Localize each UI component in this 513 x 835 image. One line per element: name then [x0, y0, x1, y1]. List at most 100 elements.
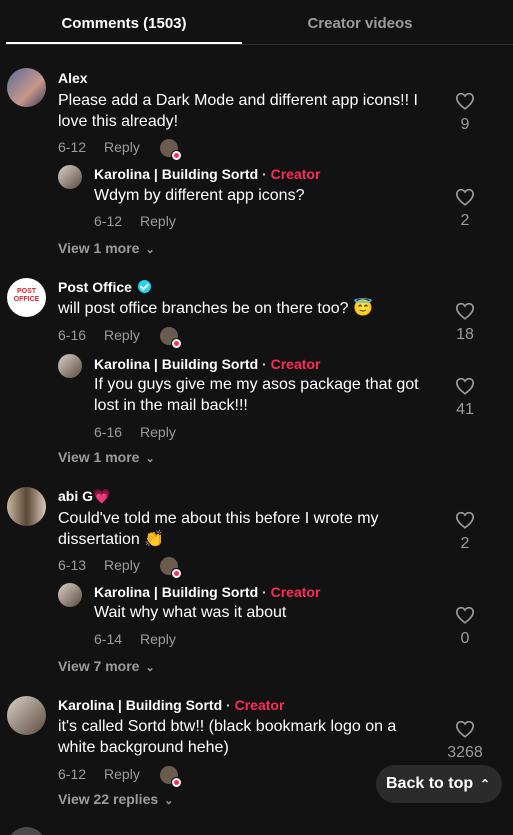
reply-author[interactable]: Karolina | Building Sortd · Creator: [94, 584, 320, 600]
reply-author[interactable]: Karolina | Building Sortd · Creator: [94, 356, 320, 372]
comment-text: Please add a Dark Mode and different app…: [58, 92, 418, 130]
like-button[interactable]: 9: [445, 92, 485, 134]
like-button[interactable]: 41: [445, 377, 485, 419]
heart-outline-icon: [455, 302, 475, 320]
like-count: 41: [456, 401, 474, 418]
reply-meta: 6-16 Reply: [94, 424, 176, 440]
comment-author[interactable]: Alex: [58, 70, 88, 86]
tab-comments[interactable]: Comments (1503): [6, 0, 242, 45]
like-button[interactable]: 3268: [440, 720, 490, 762]
creator-liked-icon: [160, 139, 182, 161]
reply-author-name: Karolina | Building Sortd: [94, 584, 259, 600]
double-chevron-up-icon: ⌃: [479, 777, 490, 791]
reply-author-name: Karolina | Building Sortd: [94, 356, 259, 372]
heart-icon: [171, 777, 182, 788]
creator-badge: Creator: [270, 584, 321, 600]
reply-button[interactable]: Reply: [140, 424, 176, 440]
tab-creator-videos[interactable]: Creator videos: [242, 0, 478, 45]
like-count: 0: [460, 630, 470, 647]
avatar[interactable]: [7, 827, 46, 835]
comment-meta: 6-16 Reply: [58, 327, 140, 343]
comment-author-name: Karolina | Building Sortd: [58, 697, 223, 713]
like-count: 9: [460, 116, 470, 133]
reply-text: Wait why what was it about: [94, 604, 287, 621]
view-more-replies[interactable]: View 7 more ⌄: [58, 658, 155, 674]
comment-text: Could've told me about this before I wro…: [58, 510, 379, 548]
reply-text: If you guys give me my asos package that…: [94, 376, 419, 414]
heart-outline-icon: [455, 720, 475, 738]
heart-outline-icon: [455, 606, 475, 624]
post-office-logo: POST OFFICE: [13, 288, 40, 303]
like-count: 3268: [447, 744, 483, 761]
creator-badge: Creator: [270, 166, 321, 182]
reply-meta: 6-12 Reply: [94, 213, 176, 229]
like-count: 2: [460, 535, 470, 552]
comment-meta: 6-12 Reply: [58, 139, 140, 155]
comment-text: it's called Sortd btw!! (black bookmark …: [58, 718, 397, 756]
reply-date: 6-16: [94, 424, 123, 440]
creator-liked-icon: [160, 557, 182, 579]
avatar[interactable]: [58, 354, 82, 378]
reply-button[interactable]: Reply: [104, 766, 140, 782]
comment-meta: 6-12 Reply: [58, 766, 140, 782]
heart-outline-icon: [455, 188, 475, 206]
heart-icon: [171, 568, 182, 579]
like-button[interactable]: 0: [445, 606, 485, 648]
tab-bar: Comments (1503) Creator videos: [6, 0, 513, 45]
reply-button[interactable]: Reply: [140, 213, 176, 229]
reply-author[interactable]: Karolina | Building Sortd · Creator: [94, 166, 320, 182]
view-more-replies[interactable]: View 1 more ⌄: [58, 449, 155, 465]
comment-author[interactable]: Post Office: [58, 279, 151, 295]
comment-date: 6-16: [58, 327, 87, 343]
like-count: 2: [460, 212, 470, 229]
comment-date: 6-12: [58, 766, 87, 782]
reply-button[interactable]: Reply: [140, 631, 176, 647]
view-more-replies[interactable]: View 1 more ⌄: [58, 240, 155, 256]
reply-author-name: Karolina | Building Sortd: [94, 166, 259, 182]
comment-meta: 6-13 Reply: [58, 557, 140, 573]
separator-dot: ·: [258, 356, 271, 372]
like-count: 18: [456, 326, 474, 343]
avatar[interactable]: [58, 165, 82, 189]
separator-dot: ·: [258, 584, 271, 600]
avatar[interactable]: POST OFFICE: [7, 278, 46, 317]
separator-dot: ·: [222, 697, 235, 713]
reply-button[interactable]: Reply: [104, 327, 140, 343]
like-button[interactable]: 18: [445, 302, 485, 344]
view-more-label: View 7 more: [58, 658, 140, 674]
heart-icon: [171, 338, 182, 349]
comment-text: will post office branches be on there to…: [58, 300, 373, 317]
like-button[interactable]: 2: [445, 188, 485, 230]
view-more-replies[interactable]: View 22 replies ⌄: [58, 791, 173, 807]
chevron-down-icon: ⌄: [164, 795, 174, 807]
comment-date: 6-13: [58, 557, 87, 573]
comment-author[interactable]: Karolina | Building Sortd · Creator: [58, 697, 284, 713]
reply-date: 6-12: [94, 213, 123, 229]
back-to-top-button[interactable]: Back to top ⌃: [376, 765, 502, 803]
back-to-top-label: Back to top: [386, 775, 474, 792]
heart-outline-icon: [455, 377, 475, 395]
creator-liked-icon: [160, 327, 182, 349]
creator-badge: Creator: [270, 356, 321, 372]
creator-badge: Creator: [234, 697, 285, 713]
chevron-down-icon: ⌄: [145, 453, 155, 465]
creator-liked-icon: [160, 766, 182, 788]
heart-outline-icon: [455, 92, 475, 110]
reply-text: Wdym by different app icons?: [94, 187, 305, 204]
chevron-down-icon: ⌄: [145, 244, 155, 256]
avatar[interactable]: [7, 487, 46, 526]
avatar[interactable]: [58, 583, 82, 607]
like-button[interactable]: 2: [445, 511, 485, 553]
reply-button[interactable]: Reply: [104, 139, 140, 155]
avatar[interactable]: [7, 696, 46, 735]
reply-button[interactable]: Reply: [104, 557, 140, 573]
comment-author-name: Post Office: [58, 279, 132, 295]
heart-outline-icon: [455, 511, 475, 529]
comment-author[interactable]: abi G💗: [58, 488, 110, 505]
reply-date: 6-14: [94, 631, 123, 647]
chevron-down-icon: ⌄: [145, 662, 155, 674]
view-more-label: View 1 more: [58, 449, 140, 465]
view-more-label: View 22 replies: [58, 791, 159, 807]
avatar[interactable]: [7, 68, 46, 107]
reply-meta: 6-14 Reply: [94, 631, 176, 647]
